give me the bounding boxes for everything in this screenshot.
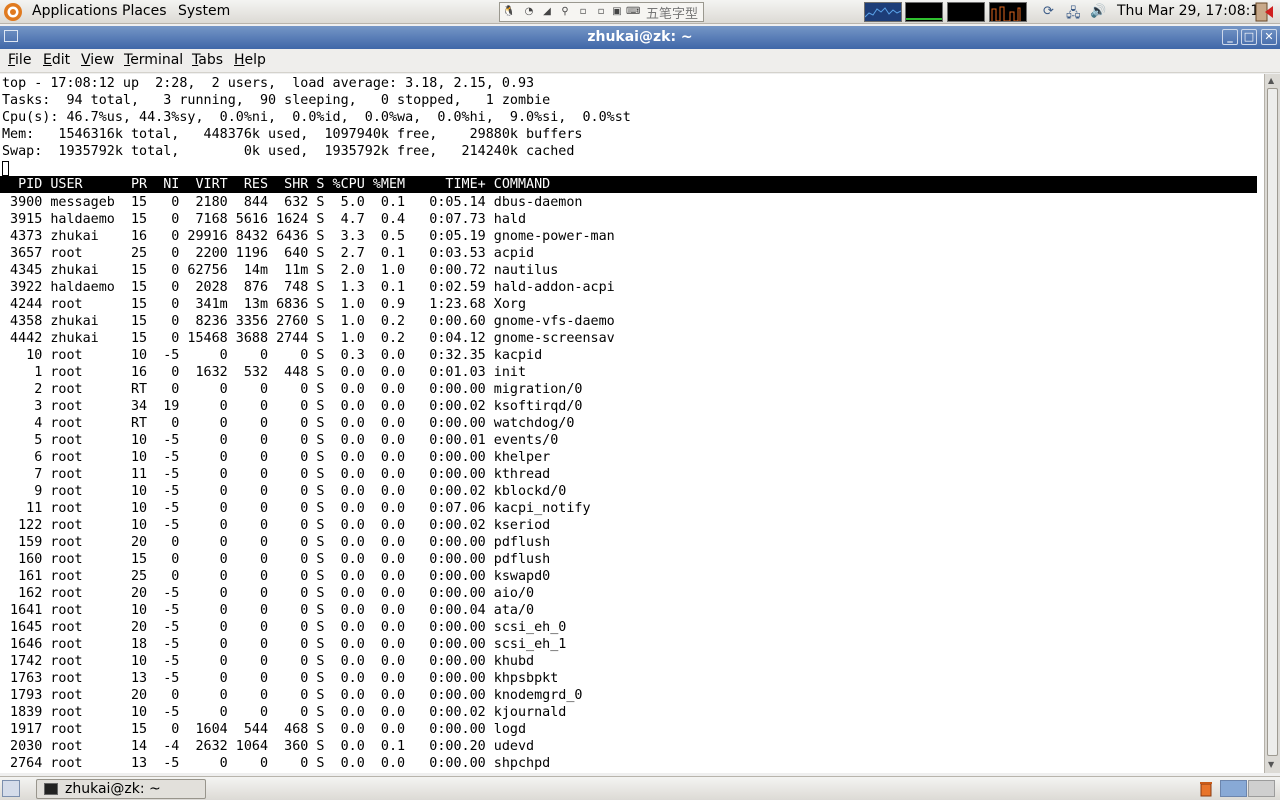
scroll-up-arrow[interactable]: ▲ [1268, 76, 1274, 85]
process-row: 3922 haldaemo 15 0 2028 876 748 S 1.3 0.… [2, 280, 623, 295]
taskbar-terminal-label: zhukai@zk: ~ [65, 781, 161, 797]
terminal-screen[interactable]: top - 17:08:12 up 2:28, 2 users, load av… [0, 74, 1264, 773]
process-row: 3900 messageb 15 0 2180 844 632 S 5.0 0.… [2, 195, 623, 210]
clock[interactable]: Thu Mar 29, 17:08:12 [1117, 3, 1268, 19]
process-row: 1793 root 20 0 0 0 0 S 0.0 0.0 0:00.00 k… [2, 688, 623, 703]
volume-icon[interactable]: 🔊 [1090, 4, 1106, 19]
terminal-menubar: File Edit View Terminal Tabs Help [0, 49, 1280, 73]
ime-name-label[interactable]: 五笔字型 [646, 3, 698, 22]
process-row: 1742 root 10 -5 0 0 0 S 0.0 0.0 0:00.00 … [2, 654, 623, 669]
taskbar-terminal-button[interactable]: zhukai@zk: ~ [36, 779, 206, 799]
gnome-foot-icon[interactable] [3, 2, 23, 22]
menu-file[interactable]: File [8, 52, 31, 68]
process-row: 11 root 10 -5 0 0 0 S 0.0 0.0 0:07.06 ka… [2, 501, 623, 516]
process-row: 6 root 10 -5 0 0 0 S 0.0 0.0 0:00.00 khe… [2, 450, 623, 465]
ime-punct-icon[interactable]: ◢ [540, 5, 554, 19]
show-desktop-button[interactable] [2, 780, 20, 797]
maximize-button[interactable]: □ [1241, 29, 1257, 45]
process-row: 2 root RT 0 0 0 0 S 0.0 0.0 0:00.00 migr… [2, 382, 623, 397]
scroll-thumb[interactable] [1267, 88, 1278, 756]
scroll-down-arrow[interactable]: ▼ [1268, 760, 1274, 769]
minimize-button[interactable]: _ [1222, 29, 1238, 45]
process-row: 1 root 16 0 1632 532 448 S 0.0 0.0 0:01.… [2, 365, 623, 380]
ime-mode-icon[interactable]: ◔ [522, 5, 536, 19]
process-row: 1645 root 20 -5 0 0 0 S 0.0 0.0 0:00.00 … [2, 620, 623, 635]
process-row: 10 root 10 -5 0 0 0 S 0.3 0.0 0:32.35 ka… [2, 348, 623, 363]
process-row: 1641 root 10 -5 0 0 0 S 0.0 0.0 0:00.04 … [2, 603, 623, 618]
top-summary-cpu: Cpu(s): 46.7%us, 44.3%sy, 0.0%ni, 0.0%id… [2, 110, 631, 125]
process-row: 4373 zhukai 16 0 29916 8432 6436 S 3.3 0… [2, 229, 623, 244]
ime-trad-icon[interactable]: ▫ [594, 5, 608, 19]
process-row: 1917 root 15 0 1604 544 468 S 0.0 0.0 0:… [2, 722, 623, 737]
process-row: 4442 zhukai 15 0 15468 3688 2744 S 1.0 0… [2, 331, 623, 346]
update-notifier-icon[interactable]: ⟳ [1043, 4, 1054, 19]
top-summary-uptime: top - 17:08:12 up 2:28, 2 users, load av… [2, 76, 535, 91]
close-button[interactable]: ✕ [1261, 29, 1277, 45]
terminal-icon [44, 783, 58, 795]
process-table-header-text: PID USER PR NI VIRT RES SHR S %CPU %MEM … [2, 177, 623, 192]
bottom-panel: zhukai@zk: ~ [0, 776, 1280, 800]
top-summary-tasks: Tasks: 94 total, 3 running, 90 sleeping,… [2, 93, 551, 108]
ime-search-icon[interactable]: ⚲ [558, 5, 572, 19]
process-row: 5 root 10 -5 0 0 0 S 0.0 0.0 0:00.01 eve… [2, 433, 623, 448]
window-titlebar[interactable]: zhukai@zk: ~ _ □ ✕ [0, 26, 1280, 49]
process-row: 3 root 34 19 0 0 0 S 0.0 0.0 0:00.02 kso… [2, 399, 623, 414]
top-panel: Applications Places System 🐧 ◔ ◢ ⚲ ▫ ▫ ▣… [0, 0, 1280, 24]
system-menu[interactable]: System [178, 3, 230, 19]
workspace-1[interactable] [1220, 780, 1247, 797]
process-row: 2764 root 13 -5 0 0 0 S 0.0 0.0 0:00.00 … [2, 756, 623, 771]
network-icon[interactable]: 🖧 [1066, 4, 1081, 26]
top-summary-swap: Swap: 1935792k total, 0k used, 1935792k … [2, 144, 575, 159]
process-row: 1646 root 18 -5 0 0 0 S 0.0 0.0 0:00.00 … [2, 637, 623, 652]
applications-menu[interactable]: Applications [32, 3, 118, 19]
process-row: 4345 zhukai 15 0 62756 14m 11m S 2.0 1.0… [2, 263, 623, 278]
places-menu[interactable]: Places [122, 3, 167, 19]
process-row: 4358 zhukai 15 0 8236 3356 2760 S 1.0 0.… [2, 314, 623, 329]
logout-icon[interactable] [1254, 2, 1276, 22]
menu-terminal[interactable]: Terminal [124, 52, 183, 68]
memory-monitor-graph[interactable] [905, 2, 943, 22]
process-row: 9 root 10 -5 0 0 0 S 0.0 0.0 0:00.02 kbl… [2, 484, 623, 499]
menu-edit[interactable]: Edit [43, 52, 70, 68]
penguin-icon[interactable]: 🐧 [502, 5, 516, 19]
ime-phrase-icon[interactable]: ▫ [576, 5, 590, 19]
process-table-header: PID USER PR NI VIRT RES SHR S %CPU %MEM … [0, 176, 1257, 193]
process-row: 2030 root 14 -4 2632 1064 360 S 0.0 0.1 … [2, 739, 623, 754]
process-row: 1763 root 13 -5 0 0 0 S 0.0 0.0 0:00.00 … [2, 671, 623, 686]
menu-help[interactable]: Help [234, 52, 266, 68]
workspace-2[interactable] [1248, 780, 1275, 797]
trash-icon[interactable] [1198, 780, 1214, 797]
process-row: 160 root 15 0 0 0 0 S 0.0 0.0 0:00.00 pd… [2, 552, 623, 567]
process-row: 4244 root 15 0 341m 13m 6836 S 1.0 0.9 1… [2, 297, 623, 312]
terminal-scrollbar[interactable]: ▲ ▼ [1264, 74, 1280, 773]
process-row: 1839 root 10 -5 0 0 0 S 0.0 0.0 0:00.02 … [2, 705, 623, 720]
process-row: 3657 root 25 0 2200 1196 640 S 2.7 0.1 0… [2, 246, 623, 261]
load-monitor-graph[interactable] [989, 2, 1027, 22]
window-title: zhukai@zk: ~ [587, 29, 693, 45]
process-row: 4 root RT 0 0 0 0 S 0.0 0.0 0:00.00 watc… [2, 416, 623, 431]
process-row: 161 root 25 0 0 0 0 S 0.0 0.0 0:00.00 ks… [2, 569, 623, 584]
menu-tabs[interactable]: Tabs [192, 52, 223, 68]
process-row: 7 root 11 -5 0 0 0 S 0.0 0.0 0:00.00 kth… [2, 467, 623, 482]
process-row: 162 root 20 -5 0 0 0 S 0.0 0.0 0:00.00 a… [2, 586, 623, 601]
network-monitor-graph[interactable] [947, 2, 985, 22]
process-row: 122 root 10 -5 0 0 0 S 0.0 0.0 0:00.02 k… [2, 518, 623, 533]
input-method-toolbar[interactable]: 🐧 ◔ ◢ ⚲ ▫ ▫ ▣ ⌨ 五笔字型 [499, 2, 704, 22]
menu-view[interactable]: View [81, 52, 114, 68]
process-row: 159 root 20 0 0 0 0 S 0.0 0.0 0:00.00 pd… [2, 535, 623, 550]
cpu-monitor-graph[interactable] [864, 2, 902, 22]
keyboard-icon[interactable]: ⌨ [626, 5, 640, 19]
ime-lock-icon[interactable]: ▣ [610, 5, 624, 19]
top-summary-mem: Mem: 1546316k total, 448376k used, 10979… [2, 127, 583, 142]
process-row: 3915 haldaemo 15 0 7168 5616 1624 S 4.7 … [2, 212, 623, 227]
terminal-cursor [2, 161, 9, 176]
